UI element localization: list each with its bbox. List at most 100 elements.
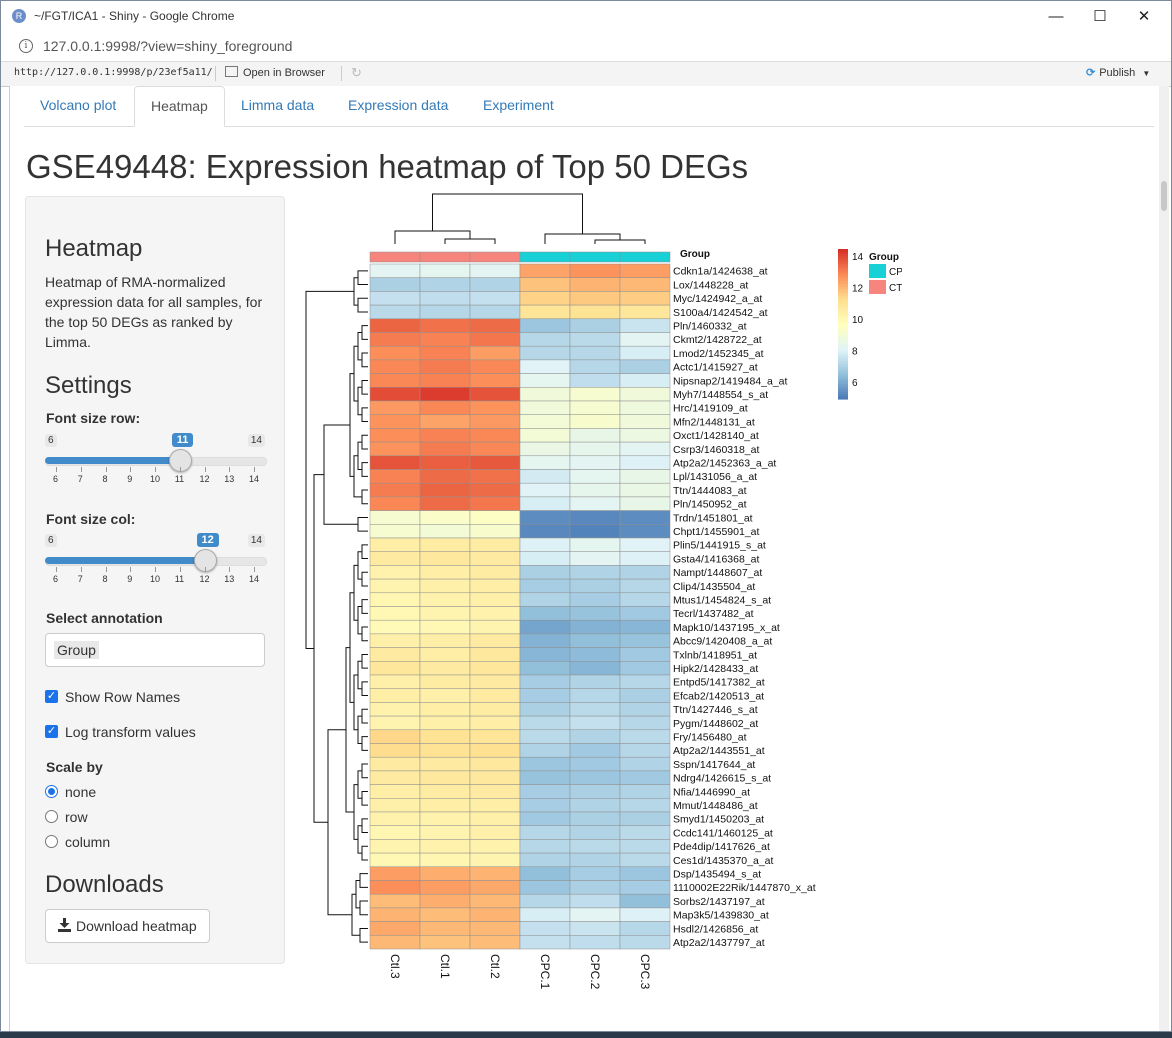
font-size-row-label: Font size row:: [46, 410, 141, 426]
slider-max-label: 14: [247, 534, 265, 547]
address-bar[interactable]: i 127.0.0.1:9998/?view=shiny_foreground: [1, 32, 1171, 60]
row-label: Atp2a2/1437797_at: [673, 937, 765, 949]
heatmap-cell: [569, 688, 621, 703]
heatmap-cell: [469, 524, 521, 539]
tab-expression-data[interactable]: Expression data: [332, 86, 464, 125]
radio-icon[interactable]: [45, 835, 58, 848]
heatmap-cell: [419, 592, 471, 607]
url-text[interactable]: 127.0.0.1:9998/?view=shiny_foreground: [43, 38, 292, 54]
slider-max-label: 14: [247, 434, 265, 447]
heatmap-cell: [419, 811, 471, 826]
heatmap-cell: [369, 688, 421, 703]
column-label: Ctl.3: [388, 954, 402, 979]
slider-tick-label: 9: [127, 474, 133, 484]
heatmap-cell: [369, 880, 421, 895]
heatmap-cell: [419, 537, 471, 552]
page-scrollbar[interactable]: [1159, 86, 1169, 1031]
dendrogram-branch: [361, 681, 368, 697]
heatmap-cell: [519, 524, 571, 539]
close-icon[interactable]: ✕: [1121, 1, 1167, 32]
row-label: Tecrl/1437482_at: [673, 608, 754, 620]
heatmap-cell: [519, 469, 571, 484]
heatmap-cell: [569, 743, 621, 758]
heatmap-cell: [369, 798, 421, 813]
radio-selected-icon[interactable]: [45, 785, 58, 798]
row-label: Ckmt2/1428722_at: [673, 334, 762, 346]
tab-experiment[interactable]: Experiment: [467, 86, 570, 125]
scrollbar-thumb[interactable]: [1161, 181, 1167, 211]
checkbox-checked-icon[interactable]: ✓: [45, 725, 58, 738]
heatmap-cell: [519, 729, 571, 744]
heatmap-cell: [419, 345, 471, 361]
slider-tick-mark: [204, 567, 206, 572]
slider-tick-label: 12: [199, 574, 210, 584]
heatmap-cell: [569, 784, 621, 799]
heatmap-cell: [569, 907, 621, 922]
window-title: ~/FGT/ICA1 - Shiny - Google Chrome: [34, 9, 235, 23]
slider-tick-mark: [80, 567, 82, 572]
open-in-browser-button[interactable]: Open in Browser: [225, 66, 325, 79]
tab-limma-data[interactable]: Limma data: [225, 86, 330, 125]
info-icon[interactable]: i: [19, 39, 33, 53]
heatmap-cell: [369, 318, 421, 333]
heatmap-cell: [369, 619, 421, 635]
dendrogram-branch: [327, 729, 352, 916]
annotation-chip[interactable]: Group: [54, 641, 99, 659]
maximize-icon[interactable]: ☐: [1077, 1, 1123, 32]
font-size-row-slider[interactable]: 6 14 11 6 7 8 9 10 11 12 13 14: [45, 433, 267, 494]
heatmap-cell: [469, 770, 521, 785]
heatmap-cell: [619, 291, 671, 306]
radio-icon[interactable]: [45, 810, 58, 823]
heatmap-cell: [469, 277, 521, 292]
column-label: CPC.2: [588, 954, 602, 990]
row-label: Plin5/1441915_s_at: [673, 540, 766, 552]
heatmap-cell: [519, 688, 571, 703]
slider-tick-label: 6: [53, 574, 59, 584]
font-size-col-label: Font size col:: [46, 511, 136, 527]
browser-window: R ~/FGT/ICA1 - Shiny - Google Chrome — ☐…: [0, 0, 1172, 1032]
download-heatmap-button[interactable]: Download heatmap: [45, 909, 210, 943]
minimize-icon[interactable]: —: [1033, 1, 1079, 32]
heatmap-cell: [569, 921, 621, 936]
heatmap-cell: [619, 811, 671, 826]
heatmap-cell: [369, 578, 421, 594]
row-label: Oxct1/1428140_at: [673, 430, 759, 442]
heatmap-cell: [469, 619, 521, 635]
heatmap-cell: [369, 743, 421, 758]
row-label: Efcab2/1420513_at: [673, 690, 764, 702]
tab-heatmap[interactable]: Heatmap: [134, 86, 225, 127]
heatmap-cell: [619, 921, 671, 936]
heatmap-cell: [369, 729, 421, 744]
heatmap-cell: [469, 332, 521, 347]
heatmap-cell: [419, 619, 471, 635]
heatmap-cell: [569, 825, 621, 840]
annotation-select[interactable]: Group: [45, 633, 265, 667]
checkbox-checked-icon[interactable]: ✓: [45, 690, 58, 703]
annotation-cell: [369, 251, 421, 263]
refresh-icon[interactable]: ↻: [351, 65, 362, 81]
heatmap-cell: [519, 825, 571, 840]
slider-tick-label: 10: [150, 574, 161, 584]
heatmap-cell: [369, 551, 421, 566]
heatmap-cell: [419, 935, 471, 950]
row-label: Mfn2/1448131_at: [673, 416, 755, 428]
heatmap-cell: [519, 852, 571, 868]
heatmap-cell: [519, 811, 571, 826]
row-label: Ces1d/1435370_a_at: [673, 855, 774, 867]
row-label: S100a4/1424542_at: [673, 307, 768, 319]
tab-volcano-plot[interactable]: Volcano plot: [24, 86, 132, 125]
heatmap-cell: [419, 674, 471, 689]
column-label: CPC.1: [538, 954, 552, 990]
slider-tick-mark: [56, 467, 57, 472]
heatmap-cell: [369, 825, 421, 840]
font-size-col-slider[interactable]: 6 14 12 6 7 8 9 10 11 12 13 14: [45, 533, 267, 594]
heatmap-cell: [419, 400, 471, 415]
publish-button[interactable]: ⟳ Publish ▼: [1086, 66, 1150, 79]
annotation-cell: [569, 251, 621, 263]
slider-tick-label: 14: [249, 574, 260, 584]
heatmap-cell: [619, 510, 671, 525]
slider-tick-mark: [56, 567, 57, 572]
download-heatmap-label: Download heatmap: [76, 918, 197, 934]
slider-tick-mark: [254, 467, 255, 472]
heatmap-cell: [419, 633, 471, 648]
